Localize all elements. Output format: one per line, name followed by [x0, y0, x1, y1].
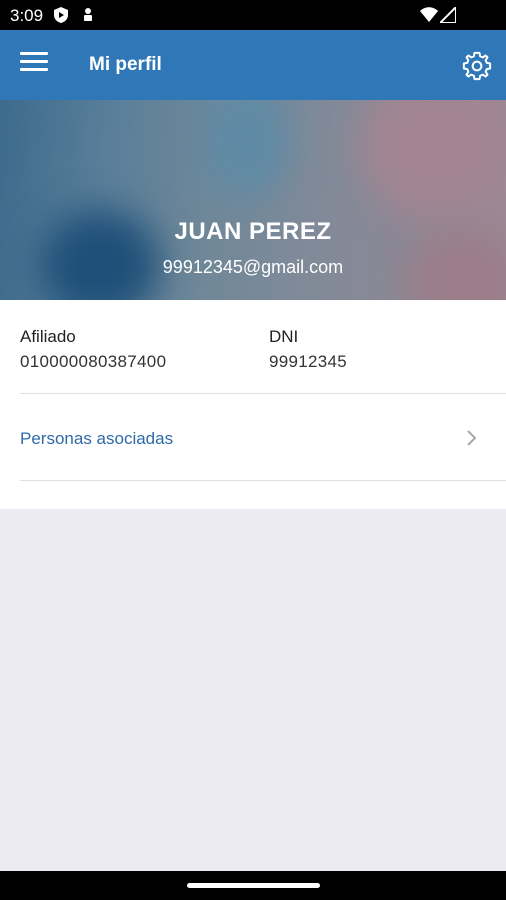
home-gesture-handle[interactable]: [187, 883, 320, 888]
gear-icon[interactable]: [462, 51, 492, 81]
play-protect-icon: [54, 7, 68, 23]
wifi-icon: [420, 7, 438, 22]
signal-icon: [440, 7, 456, 23]
status-time: 3:09: [10, 6, 44, 25]
dni-label: DNI: [269, 327, 299, 346]
associated-persons-label: Personas asociadas: [20, 429, 174, 448]
status-bar: 3:09: [0, 0, 506, 30]
dni-value: 99912345: [269, 352, 348, 371]
affiliate-label: Afiliado: [20, 327, 76, 346]
associated-persons-row[interactable]: Personas asociadas: [0, 394, 506, 480]
page-title: Mi perfil: [89, 54, 162, 75]
chevron-right-icon: [467, 430, 477, 446]
navigation-bar: [0, 871, 506, 900]
profile-email: 99912345@gmail.com: [162, 257, 344, 277]
app-bar: Mi perfil: [0, 30, 506, 100]
divider: [20, 480, 506, 481]
profile-name: JUAN PEREZ: [174, 218, 332, 245]
hamburger-menu-icon[interactable]: [20, 52, 48, 76]
affiliate-value: 010000080387400: [20, 352, 167, 371]
profile-header: JUAN PEREZ 99912345@gmail.com: [0, 100, 506, 300]
usb-debug-icon: [84, 8, 92, 21]
